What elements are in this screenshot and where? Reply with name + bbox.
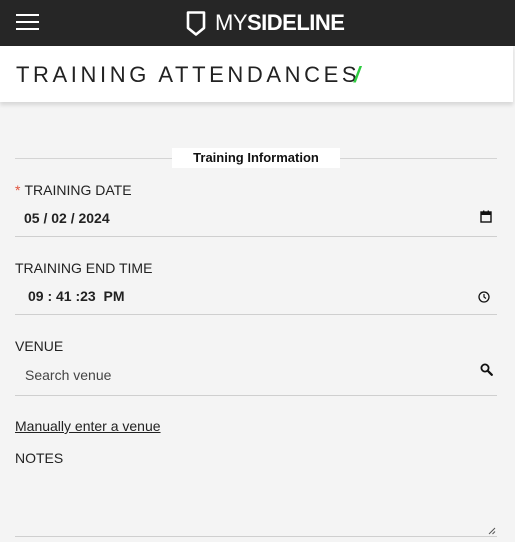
training-date-label-text: TRAINING DATE (24, 182, 132, 198)
page-header: TRAINING ATTENDANCES / (0, 46, 513, 102)
training-date-underline (15, 236, 497, 237)
hamburger-icon[interactable] (16, 14, 39, 30)
training-end-time-label: TRAINING END TIME (15, 260, 153, 276)
training-date-input[interactable]: 05 / 02 / 2024 (24, 210, 110, 226)
search-icon[interactable] (480, 363, 493, 376)
calendar-icon[interactable] (480, 210, 492, 223)
shield-icon (186, 10, 206, 36)
training-end-time-underline (15, 314, 497, 315)
section-title: Training Information (172, 148, 340, 168)
logo-text: MYSIDELINE (215, 10, 345, 36)
venue-search-input[interactable]: Search venue (25, 367, 111, 383)
mysideline-logo[interactable]: MYSIDELINE (186, 10, 345, 36)
resize-grip-icon[interactable] (488, 527, 496, 535)
manually-enter-venue-link[interactable]: Manually enter a venue (15, 418, 161, 434)
page-title: TRAINING ATTENDANCES (16, 62, 361, 87)
training-date-label: * TRAINING DATE (15, 182, 132, 198)
top-navigation-bar: MYSIDELINE (0, 0, 515, 46)
venue-underline (15, 395, 497, 396)
clock-icon[interactable] (478, 291, 490, 303)
notes-textarea[interactable] (15, 474, 497, 536)
notes-label: NOTES (15, 450, 64, 466)
logo-text-sideline: SIDELINE (247, 10, 345, 35)
notes-underline (15, 536, 497, 537)
logo-text-my: MY (215, 10, 248, 35)
required-marker: * (15, 182, 21, 198)
venue-label: VENUE (15, 338, 64, 354)
title-accent-slash: / (354, 62, 361, 87)
training-end-time-input[interactable]: 09 : 41 :23 PM (28, 288, 125, 304)
